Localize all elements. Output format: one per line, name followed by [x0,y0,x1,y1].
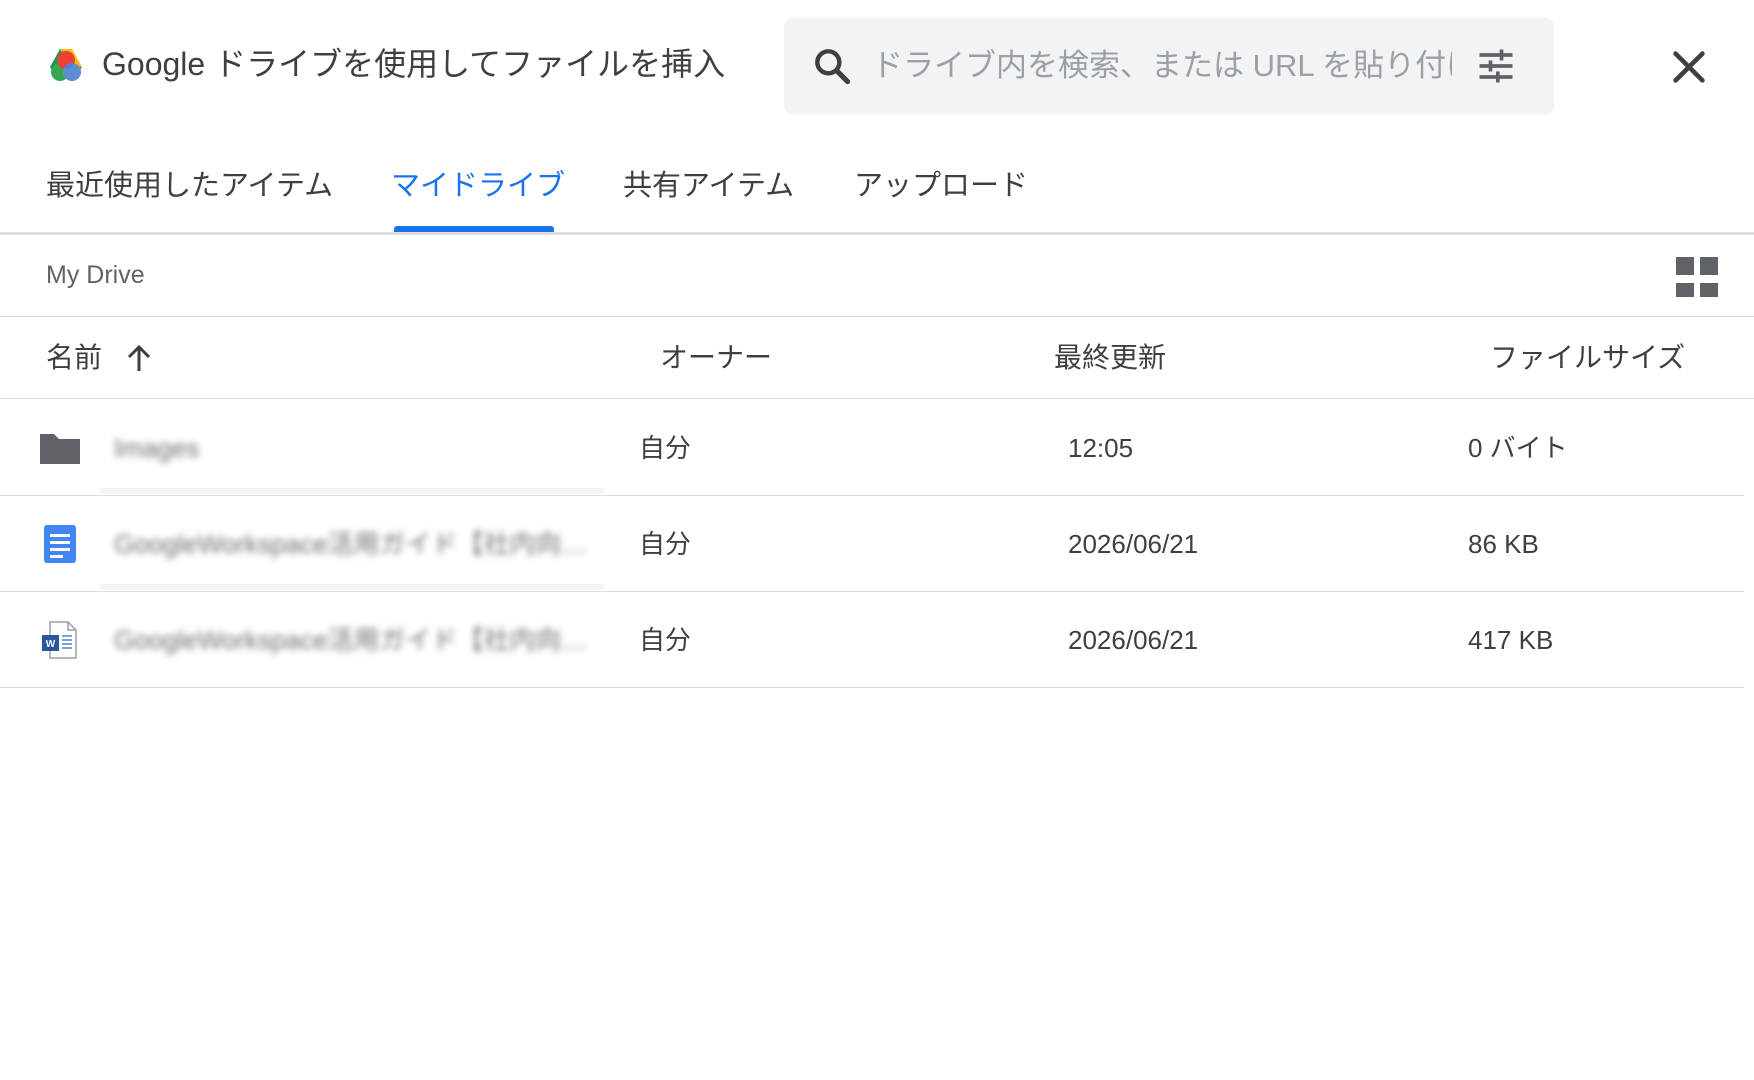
file-modified: 12:05 [1068,433,1134,463]
sort-ascending-arrow-icon[interactable] [124,341,154,375]
active-tab-indicator [394,226,554,232]
file-modified: 2026/06/21 [1068,529,1199,559]
file-owner: 自分 [639,529,692,559]
word-document-icon: W [42,621,77,659]
dialog-header: Google ドライブを使用してファイルを挿入 [0,0,1754,130]
tab-shared[interactable]: 共有アイテム [623,166,794,206]
dialog-title: Google ドライブを使用してファイルを挿入 [102,46,726,82]
file-name: GoogleWorkspace活用ガイド【社内向け】_最新版 [114,625,594,655]
breadcrumb-bar: My Drive [0,235,1754,317]
file-size: 417 KB [1468,625,1554,655]
file-row[interactable]: Images 自分 12:05 0 バイト [0,400,1744,496]
column-last-modified[interactable]: 最終更新 [1054,339,1166,377]
row-divider [100,584,604,590]
close-icon[interactable] [1666,44,1712,90]
tab-my-drive[interactable]: マイドライブ [391,166,565,206]
column-name[interactable]: 名前 [46,339,102,377]
tab-recent[interactable]: 最近使用したアイテム [46,166,333,206]
file-size: 0 バイト [1468,433,1568,463]
file-owner: 自分 [639,433,692,463]
svg-text:W: W [46,639,56,650]
file-name: Images [114,433,200,463]
column-owner[interactable]: オーナー [660,339,772,377]
google-drive-logo-icon [50,49,82,81]
column-file-size[interactable]: ファイルサイズ [1490,339,1685,377]
filter-options-icon[interactable] [1474,44,1518,88]
google-docs-icon [44,525,76,563]
grid-view-icon[interactable] [1674,255,1720,299]
folder-icon [40,434,80,464]
file-size: 86 KB [1468,529,1539,559]
row-divider [100,488,604,494]
tab-upload[interactable]: アップロード [854,166,1028,206]
file-row[interactable]: W GoogleWorkspace活用ガイド【社内向け】_最新版 自分 2026… [0,592,1744,688]
breadcrumb[interactable]: My Drive [46,257,145,293]
file-owner: 自分 [639,625,692,655]
file-modified: 2026/06/21 [1068,625,1199,655]
file-name: GoogleWorkspace活用ガイド【社内向け】_最新版 [114,529,594,559]
file-row[interactable]: GoogleWorkspace活用ガイド【社内向け】_最新版 自分 2026/0… [0,496,1744,592]
search-input[interactable] [872,40,1452,92]
search-icon[interactable] [810,44,854,88]
file-list-header: 名前 オーナー 最終更新 ファイルサイズ [0,317,1754,399]
tab-bar: 最近使用したアイテム マイドライブ 共有アイテム アップロード [0,140,1754,235]
search-box[interactable] [784,18,1554,114]
